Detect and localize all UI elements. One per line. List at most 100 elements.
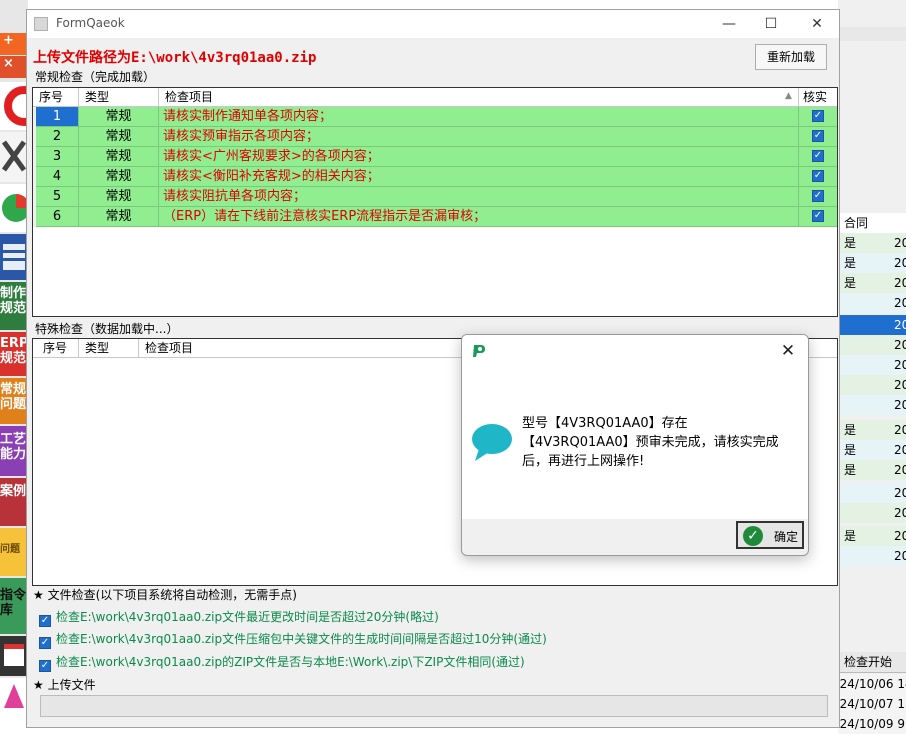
- regular-check-label: 常规检查（完成加载）: [35, 70, 156, 84]
- cell-verified: ✓: [799, 167, 837, 186]
- cell-verified: ✓: [799, 107, 837, 126]
- bg-grid-date-row: 024/10/06 14: [838, 674, 906, 694]
- bg-grid-row: 20: [838, 375, 906, 395]
- verified-checkbox[interactable]: ✓: [812, 130, 824, 142]
- column-header-no[interactable]: 序号: [33, 339, 79, 357]
- column-header-type[interactable]: 类型: [79, 339, 139, 357]
- table-row[interactable]: 4 常规 请核实<衡阳补充客规>的相关内容； ✓: [33, 167, 837, 187]
- cell-verified: ✓: [799, 127, 837, 146]
- minimize-button[interactable]: —: [707, 12, 751, 36]
- bg-tile-cases[interactable]: 案例: [0, 478, 28, 526]
- bg-tile-make-spec[interactable]: 制作规范: [0, 282, 28, 330]
- column-header-verified[interactable]: 核实: [799, 88, 837, 106]
- bg-grid-row: 20: [838, 546, 906, 566]
- checkbox-checked-icon[interactable]: ✓: [39, 660, 51, 672]
- bg-grid-row-selected: 20: [838, 315, 906, 335]
- bg-grid-date-row: 024/10/07 13: [838, 694, 906, 714]
- dialog-body: ✕ 型号【4V3RQ01AA0】存在【4V3RQ01AA0】预审未完成，请核实完…: [462, 335, 808, 519]
- app-icon: [34, 17, 48, 31]
- auto-check-item[interactable]: ✓ 检查E:\work\4v3rq01aa0.zip文件最近更改时间是否超过20分…: [39, 608, 439, 627]
- close-button[interactable]: ✕: [795, 12, 839, 36]
- cell-type: 常规: [79, 127, 159, 146]
- cell-type: 常规: [79, 147, 159, 166]
- message-bubble-icon: [472, 424, 512, 461]
- bg-tile-tools-icon[interactable]: [0, 132, 28, 182]
- bg-tile-close[interactable]: ×: [0, 56, 28, 78]
- grid-header: 序号 类型 检查项目 ▲ 核实: [33, 88, 837, 107]
- maximize-button[interactable]: ☐: [749, 12, 793, 36]
- bg-grid-row: 20: [838, 483, 906, 503]
- cell-no: 6: [36, 207, 79, 226]
- ok-button-label: 确定: [774, 530, 799, 544]
- bg-grid-row: 是 20: [838, 460, 906, 480]
- bg-grid-header-check-start: 检查开始: [838, 652, 906, 673]
- bg-grid-row: 是 20: [838, 233, 906, 253]
- cell-verified: ✓: [799, 147, 837, 166]
- dialog-message: 型号【4V3RQ01AA0】存在【4V3RQ01AA0】预审未完成，请核实完成后…: [522, 416, 779, 469]
- table-row[interactable]: 3 常规 请核实<广州客规要求>的各项内容； ✓: [33, 147, 837, 167]
- title-bar[interactable]: FormQaeok — ☐ ✕: [27, 10, 839, 38]
- verified-checkbox[interactable]: ✓: [812, 190, 824, 202]
- bg-grid-header-contract: 合同: [838, 213, 906, 234]
- checkbox-checked-icon[interactable]: ✓: [39, 637, 51, 649]
- cell-item: 请核实制作通知单各项内容；: [159, 107, 799, 126]
- bg-tile-logo-icon[interactable]: [0, 82, 28, 130]
- column-header-item[interactable]: 检查项目: [159, 88, 799, 106]
- bg-tile-erp-spec[interactable]: ERP规范: [0, 332, 28, 376]
- cell-item: 请核实阻抗单各项内容；: [159, 187, 799, 206]
- cell-item: 请核实<广州客规要求>的各项内容；: [159, 147, 799, 166]
- background-app-sidebar: + × 制作规范 ERP规范 常规问题 工艺能力 案例 问题 指令库: [0, 0, 28, 728]
- column-header-type[interactable]: 类型: [79, 88, 159, 106]
- table-row[interactable]: 6 常规 （ERP）请在下线前注意核实ERP流程指示是否漏审核； ✓: [33, 207, 837, 227]
- bg-grid-row: 20: [838, 335, 906, 355]
- sort-arrow-icon: ▲: [785, 91, 792, 101]
- bg-grid-row: 是 20: [838, 420, 906, 440]
- regular-check-grid[interactable]: 序号 类型 检查项目 ▲ 核实 1 常规 请核实制作通知单各项内容； ✓ 2 常规 请核实预…: [32, 87, 838, 317]
- cell-type: 常规: [79, 167, 159, 186]
- upload-title: ★ 上传文件: [33, 678, 96, 692]
- table-row[interactable]: 5 常规 请核实阻抗单各项内容； ✓: [33, 187, 837, 207]
- bg-tile-chart-icon[interactable]: [0, 184, 28, 232]
- bg-tile-common-issues[interactable]: 常规问题: [0, 378, 28, 424]
- bg-tile-calendar-icon[interactable]: [0, 636, 28, 676]
- verified-checkbox[interactable]: ✓: [812, 210, 824, 222]
- special-check-label: 特殊检查（数据加载中...）: [35, 322, 179, 336]
- bg-grid-row: 是 20: [838, 526, 906, 546]
- cell-item: 请核实<衡阳补充客规>的相关内容；: [159, 167, 799, 186]
- upload-path-label: 上传文件路径为E:\work\4v3rq01aa0.zip: [33, 50, 317, 66]
- cell-item: （ERP）请在下线前注意核实ERP流程指示是否漏审核；: [159, 207, 799, 226]
- bg-grid-date-row: 024/10/09 9:: [838, 714, 906, 734]
- verified-checkbox[interactable]: ✓: [812, 110, 824, 122]
- cell-no: 2: [36, 127, 79, 146]
- ok-button[interactable]: ✓ 确定: [736, 521, 804, 549]
- table-row[interactable]: 2 常规 请核实预审指示各项内容； ✓: [33, 127, 837, 147]
- regular-check-group: 常规检查（完成加载） 序号 类型 检查项目 ▲ 核实 1 常规 请核实制作通知单各项…: [30, 66, 838, 318]
- column-header-no[interactable]: 序号: [33, 88, 79, 106]
- auto-check-item[interactable]: ✓ 检查E:\work\4v3rq01aa0.zip文件压缩包中关键文件的生成时间…: [39, 630, 547, 649]
- row-header-strip: [33, 107, 36, 227]
- bg-tile-process-capability[interactable]: 工艺能力: [0, 426, 28, 476]
- auto-check-item[interactable]: ✓ 检查E:\work\4v3rq01aa0.zip的ZIP文件是否与本地E:\W…: [39, 653, 525, 672]
- verified-checkbox[interactable]: ✓: [812, 170, 824, 182]
- verified-checkbox[interactable]: ✓: [812, 150, 824, 162]
- bg-tile-questions[interactable]: 问题: [0, 528, 28, 576]
- bg-tile-add[interactable]: +: [0, 33, 28, 55]
- upload-progress-bar: [40, 695, 828, 717]
- dialog-close-button[interactable]: ✕: [776, 339, 800, 363]
- background-app-grid: 合同 是 20 是 20 是 20 20 20 20 20 20 20 是 20 是 20…: [838, 0, 906, 734]
- bg-grid-row: 20: [838, 355, 906, 375]
- bg-grid-row: 是 20: [838, 440, 906, 460]
- bg-tile-command-library[interactable]: 指令库: [0, 578, 28, 634]
- warning-dialog: ✕ 型号【4V3RQ01AA0】存在【4V3RQ01AA0】预审未完成，请核实完…: [461, 334, 809, 556]
- bg-grid-row: 是 20: [838, 253, 906, 273]
- cell-type: 常规: [79, 187, 159, 206]
- bg-tile-star-icon[interactable]: [0, 678, 28, 728]
- cell-type: 常规: [79, 207, 159, 226]
- bg-header-strip: [838, 27, 906, 41]
- table-row[interactable]: 1 常规 请核实制作通知单各项内容； ✓: [33, 107, 837, 127]
- app-logo-icon: [473, 345, 485, 357]
- cell-no: 1: [36, 107, 79, 126]
- bg-tile-database-icon[interactable]: [0, 234, 28, 280]
- checkbox-checked-icon[interactable]: ✓: [39, 615, 51, 627]
- cell-verified: ✓: [799, 187, 837, 206]
